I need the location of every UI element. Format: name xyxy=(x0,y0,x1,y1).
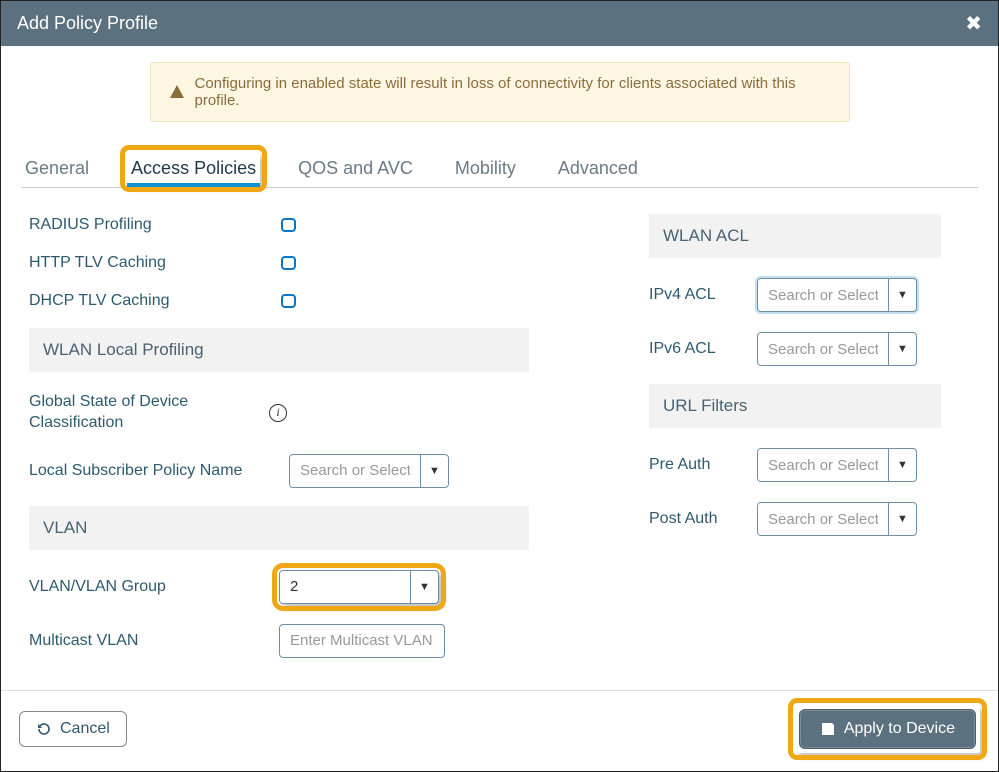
cancel-button[interactable]: Cancel xyxy=(19,711,127,747)
local-subscriber-select[interactable]: ▼ xyxy=(289,454,449,488)
dialog-footer: Cancel Apply to Device xyxy=(1,690,998,771)
http-tlv-checkbox[interactable] xyxy=(281,256,296,270)
ipv6-acl-input[interactable] xyxy=(758,333,888,365)
tab-qos-avc[interactable]: QOS and AVC xyxy=(294,152,417,185)
radius-profiling-label: RADIUS Profiling xyxy=(29,216,249,234)
ipv4-acl-label: IPv4 ACL xyxy=(649,286,757,304)
tab-access-policies[interactable]: Access Policies xyxy=(127,152,260,185)
http-tlv-label: HTTP TLV Caching xyxy=(29,254,249,272)
pre-auth-input[interactable] xyxy=(758,449,888,481)
cancel-label: Cancel xyxy=(60,720,110,738)
vlan-group-label: VLAN/VLAN Group xyxy=(29,578,249,596)
dhcp-tlv-checkbox[interactable] xyxy=(281,294,296,308)
undo-icon xyxy=(36,721,52,737)
tab-advanced[interactable]: Advanced xyxy=(554,152,642,185)
wlan-local-profiling-header: WLAN Local Profiling xyxy=(29,328,529,372)
vlan-group-input[interactable] xyxy=(280,571,410,603)
post-auth-input[interactable] xyxy=(758,503,888,535)
warning-text: Configuring in enabled state will result… xyxy=(195,75,831,109)
pre-auth-select[interactable]: ▼ xyxy=(757,448,917,482)
radius-profiling-checkbox[interactable] xyxy=(281,218,296,232)
ipv6-acl-select[interactable]: ▼ xyxy=(757,332,917,366)
dialog-body: Configuring in enabled state will result… xyxy=(1,46,998,668)
dhcp-tlv-label: DHCP TLV Caching xyxy=(29,292,249,310)
tab-bar: General Access Policies QOS and AVC Mobi… xyxy=(21,152,978,188)
tab-mobility[interactable]: Mobility xyxy=(451,152,520,185)
close-icon[interactable]: ✖ xyxy=(965,11,982,36)
post-auth-select[interactable]: ▼ xyxy=(757,502,917,536)
multicast-vlan-label: Multicast VLAN xyxy=(29,632,249,650)
post-auth-label: Post Auth xyxy=(649,510,757,528)
url-filters-header: URL Filters xyxy=(649,384,941,428)
chevron-down-icon[interactable]: ▼ xyxy=(410,571,438,603)
wlan-acl-header: WLAN ACL xyxy=(649,214,941,258)
right-column: WLAN ACL IPv4 ACL ▼ IPv6 ACL ▼ xyxy=(649,206,949,668)
save-icon xyxy=(820,721,836,737)
pre-auth-label: Pre Auth xyxy=(649,456,757,474)
chevron-down-icon[interactable]: ▼ xyxy=(888,503,916,535)
vlan-header: VLAN xyxy=(29,506,529,550)
vlan-group-select[interactable]: ▼ xyxy=(279,570,439,604)
title-bar: Add Policy Profile ✖ xyxy=(1,1,998,46)
warning-banner: Configuring in enabled state will result… xyxy=(150,62,850,122)
chevron-down-icon[interactable]: ▼ xyxy=(420,455,448,487)
warning-icon xyxy=(169,84,185,100)
ipv4-acl-select[interactable]: ▼ xyxy=(757,278,917,312)
multicast-vlan-input[interactable] xyxy=(279,624,445,658)
ipv4-acl-input[interactable] xyxy=(758,279,888,311)
local-subscriber-input[interactable] xyxy=(290,455,420,487)
apply-label: Apply to Device xyxy=(844,720,955,738)
chevron-down-icon[interactable]: ▼ xyxy=(888,279,916,311)
local-subscriber-label: Local Subscriber Policy Name xyxy=(29,462,289,480)
tab-general[interactable]: General xyxy=(21,152,93,185)
apply-to-device-button[interactable]: Apply to Device xyxy=(799,709,976,749)
chevron-down-icon[interactable]: ▼ xyxy=(888,333,916,365)
info-icon[interactable]: i xyxy=(269,404,287,422)
left-column: RADIUS Profiling HTTP TLV Caching DHCP T… xyxy=(29,206,529,668)
dialog-title: Add Policy Profile xyxy=(17,13,158,34)
global-state-label: Global State of Device Classification xyxy=(29,392,249,434)
chevron-down-icon[interactable]: ▼ xyxy=(888,449,916,481)
ipv6-acl-label: IPv6 ACL xyxy=(649,340,757,358)
